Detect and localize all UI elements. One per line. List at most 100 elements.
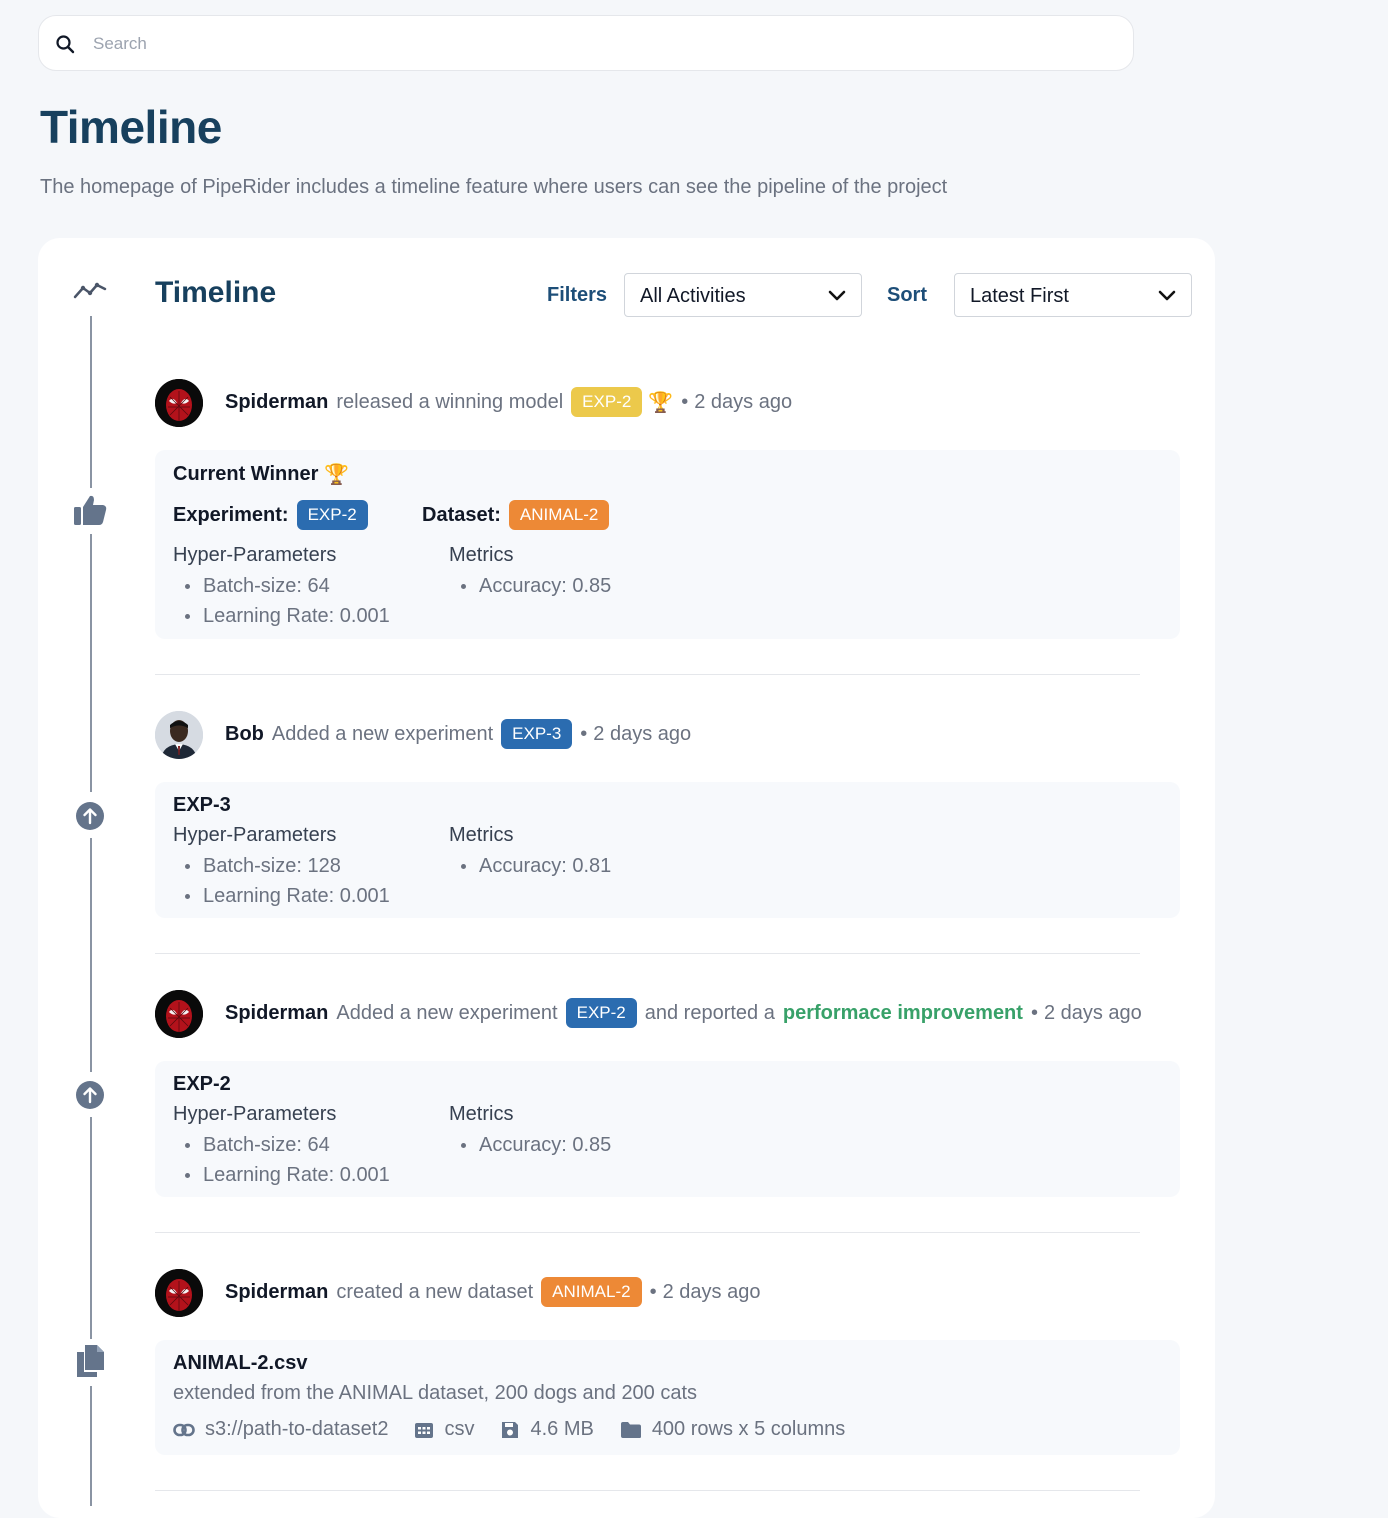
list-item: Accuracy: 0.85 — [449, 571, 611, 601]
panel-title: Current Winner — [173, 463, 319, 485]
experiment-badge[interactable]: EXP-2 — [296, 500, 368, 530]
metrics-list: Accuracy: 0.85 — [449, 1130, 611, 1160]
search-icon — [56, 35, 75, 54]
separator-dot: • — [580, 722, 588, 745]
sort-label: Sort — [887, 284, 927, 306]
dataset-badge[interactable]: ANIMAL-2 — [508, 500, 610, 530]
dataset-shape: 400 rows x 5 columns — [651, 1418, 846, 1440]
dataset-meta: s3://path-to-dataset2 csv 4.6 MB 400 row… — [173, 1418, 871, 1441]
user-name[interactable]: Spiderman — [225, 1281, 328, 1304]
sort-value: Latest First — [970, 285, 1069, 307]
activity-line: Bob Added a new experiment EXP-3 • 2 day… — [225, 718, 691, 750]
spiderman-avatar-image — [155, 990, 203, 1038]
activity-after-text: and reported a — [644, 1001, 775, 1024]
activity-verb: Added a new experiment — [336, 1001, 558, 1024]
metrics-label: Metrics — [449, 544, 514, 566]
performance-improvement-link[interactable]: performace improvement — [783, 1002, 1023, 1025]
hyper-parameters-label: Hyper-Parameters — [173, 1103, 337, 1125]
panel-title: EXP-2 — [173, 1073, 231, 1095]
arrow-up-circle-icon — [76, 802, 104, 830]
avatar[interactable] — [155, 711, 203, 759]
metrics-list: Accuracy: 0.85 — [449, 571, 611, 601]
activity-verb: Added a new experiment — [271, 722, 494, 745]
dataset-size: 4.6 MB — [530, 1418, 594, 1440]
user-name[interactable]: Spiderman — [225, 1002, 328, 1025]
trophy-icon: 🏆 — [648, 391, 674, 414]
activity-panel: ANIMAL-2.csv extended from the ANIMAL da… — [155, 1340, 1180, 1455]
timeline-rail — [90, 534, 92, 792]
page-title: Timeline — [40, 101, 222, 153]
separator-dot: • — [1030, 1001, 1038, 1024]
dataset-path[interactable]: s3://path-to-dataset2 — [205, 1418, 388, 1441]
chevron-down-icon — [828, 290, 846, 301]
copy-files-icon — [77, 1345, 104, 1377]
activity-panel: EXP-2 Hyper-Parameters Batch-size: 64 Le… — [155, 1061, 1180, 1197]
dataset-badge[interactable]: ANIMAL-2 — [541, 1277, 642, 1307]
link-icon — [173, 1423, 195, 1436]
spiderman-avatar-image — [155, 379, 203, 427]
metrics-label: Metrics — [449, 1103, 514, 1125]
hyper-parameters-list: Batch-size: 64 Learning Rate: 0.001 — [173, 1130, 390, 1190]
chevron-down-icon — [1158, 290, 1176, 301]
folder-icon — [620, 1421, 641, 1438]
divider — [155, 953, 1140, 954]
timeline-rail — [90, 838, 92, 1072]
spiderman-avatar-image — [155, 1269, 203, 1317]
filters-label: Filters — [547, 284, 608, 306]
sort-select[interactable]: Latest First — [954, 273, 1192, 317]
list-item: Learning Rate: 0.001 — [173, 1160, 390, 1190]
hyper-parameters-list: Batch-size: 128 Learning Rate: 0.001 — [173, 851, 390, 911]
activity-line: Spiderman released a winning model EXP-2… — [225, 386, 792, 418]
separator-dot: • — [649, 1280, 657, 1303]
separator-dot: • — [681, 390, 689, 413]
divider — [155, 674, 1140, 675]
timestamp: 2 days ago — [593, 722, 692, 745]
timeline-card: Timeline Filters All Activities Sort Lat… — [38, 238, 1215, 1518]
activity-panel: Current Winner 🏆 Experiment: EXP-2 Datas… — [155, 450, 1180, 639]
divider — [155, 1232, 1140, 1233]
experiment-badge[interactable]: EXP-3 — [501, 719, 573, 749]
bob-avatar-image — [155, 711, 203, 759]
divider — [155, 1490, 1140, 1491]
filters-select[interactable]: All Activities — [624, 273, 862, 317]
table-format-icon — [415, 1422, 434, 1438]
list-item: Accuracy: 0.85 — [449, 1130, 611, 1160]
avatar[interactable] — [155, 990, 203, 1038]
dataset-description: extended from the ANIMAL dataset, 200 do… — [173, 1382, 698, 1404]
timeline-rail — [90, 1117, 92, 1339]
experiment-label: Experiment: — [173, 503, 289, 526]
user-name[interactable]: Spiderman — [225, 391, 328, 414]
metrics-label: Metrics — [449, 824, 514, 846]
list-item: Batch-size: 64 — [173, 1130, 390, 1160]
timestamp: 2 days ago — [1043, 1001, 1142, 1024]
save-disk-icon — [502, 1421, 519, 1438]
list-item: Learning Rate: 0.001 — [173, 601, 390, 631]
arrow-up-circle-icon — [76, 1081, 104, 1109]
avatar[interactable] — [155, 379, 203, 427]
trending-icon — [73, 282, 107, 299]
list-item: Accuracy: 0.81 — [449, 851, 611, 881]
list-item: Batch-size: 64 — [173, 571, 390, 601]
dataset-label: Dataset: — [422, 503, 501, 526]
timestamp: 2 days ago — [694, 390, 793, 413]
activity-panel: EXP-3 Hyper-Parameters Batch-size: 128 L… — [155, 782, 1180, 918]
activity-line: Spiderman Added a new experiment EXP-2 a… — [225, 997, 1142, 1029]
avatar[interactable] — [155, 1269, 203, 1317]
hyper-parameters-list: Batch-size: 64 Learning Rate: 0.001 — [173, 571, 390, 631]
activity-verb: released a winning model — [336, 390, 564, 413]
thumbs-up-icon — [74, 495, 107, 525]
activity-line: Spiderman created a new dataset ANIMAL-2… — [225, 1276, 760, 1308]
timestamp: 2 days ago — [662, 1280, 761, 1303]
hyper-parameters-label: Hyper-Parameters — [173, 544, 337, 566]
experiment-badge[interactable]: EXP-2 — [565, 998, 637, 1028]
hyper-parameters-label: Hyper-Parameters — [173, 824, 337, 846]
timeline-title: Timeline — [155, 276, 277, 309]
panel-title: ANIMAL-2.csv — [173, 1352, 308, 1374]
user-name[interactable]: Bob — [225, 723, 264, 746]
timeline-rail — [90, 316, 92, 488]
list-item: Batch-size: 128 — [173, 851, 390, 881]
search-bar[interactable] — [38, 15, 1134, 71]
experiment-badge[interactable]: EXP-2 — [571, 387, 643, 417]
metrics-list: Accuracy: 0.81 — [449, 851, 611, 881]
search-input[interactable] — [91, 26, 1095, 62]
